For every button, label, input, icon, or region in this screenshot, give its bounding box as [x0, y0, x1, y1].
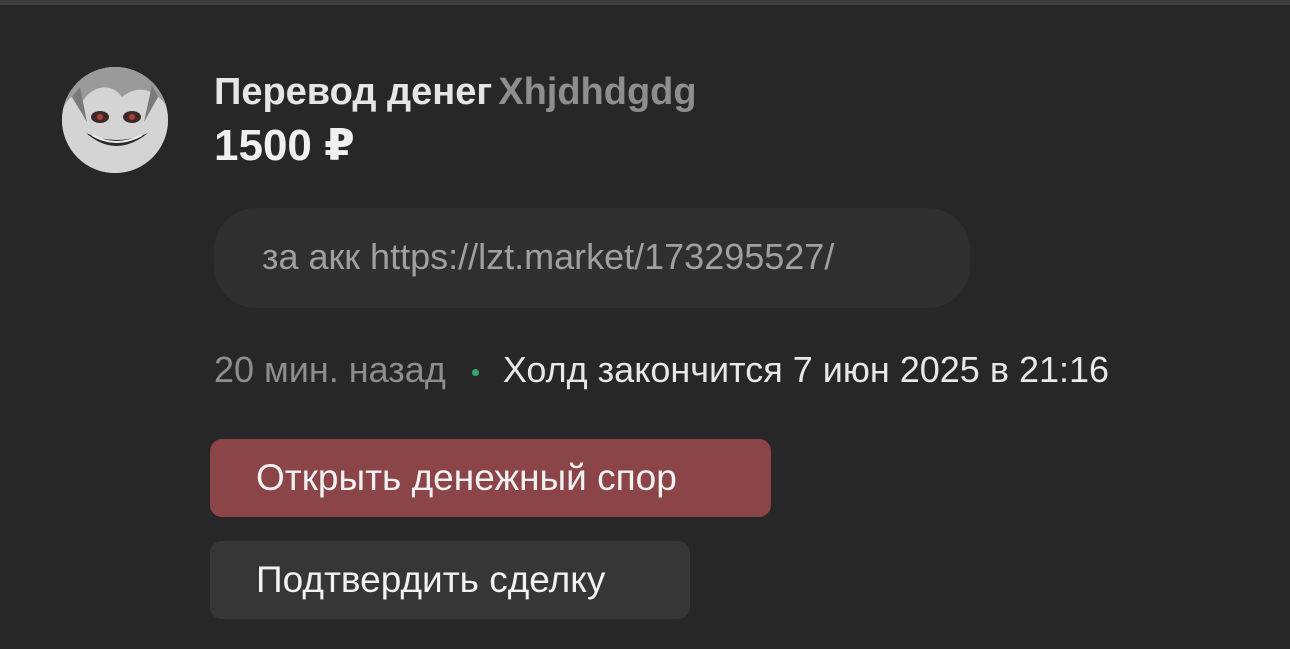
transfer-card: Перевод денег Xhjdhdgdg 1500 ₽ за акк htt… — [0, 0, 1290, 649]
transfer-content: Перевод денег Xhjdhdgdg 1500 ₽ за акк htt… — [210, 66, 1250, 619]
sender-username[interactable]: Xhjdhdgdg — [498, 71, 696, 113]
hold-status: Холд закончится 7 июн 2025 в 21:16 — [502, 349, 1110, 390]
transfer-title: Перевод денег — [214, 71, 493, 113]
avatar-image — [62, 67, 168, 173]
open-dispute-label: Открыть денежный спор — [256, 457, 677, 498]
open-dispute-button[interactable]: Открыть денежный спор — [210, 439, 771, 517]
avatar[interactable] — [62, 67, 168, 173]
message-text[interactable]: за акк https://lzt.market/173295527/ — [262, 234, 834, 280]
confirm-deal-button[interactable]: Подтвердить сделку — [210, 541, 690, 619]
confirm-deal-label: Подтвердить сделку — [256, 559, 606, 600]
transfer-title-row: Перевод денег Xhjdhdgdg — [214, 66, 1250, 118]
message-bubble: за акк https://lzt.market/173295527/ — [214, 208, 970, 308]
time-ago: 20 мин. назад — [214, 349, 446, 390]
transfer-amount: 1500 ₽ — [214, 121, 355, 170]
meta-row: 20 мин. назад Холд закончится 7 июн 2025 … — [214, 348, 1109, 392]
online-dot-icon — [471, 368, 479, 376]
top-divider — [0, 0, 1290, 5]
